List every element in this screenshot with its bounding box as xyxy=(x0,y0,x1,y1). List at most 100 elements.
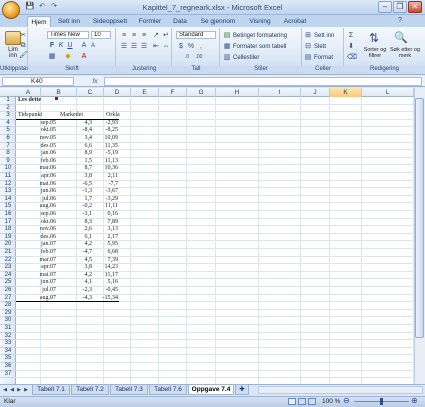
cell[interactable]: 11,17 xyxy=(94,272,118,280)
cell[interactable]: jan.07 xyxy=(18,241,56,249)
cell[interactable]: 8,7 xyxy=(58,165,93,173)
cell[interactable]: -8,25 xyxy=(94,127,119,135)
next-sheet-icon[interactable]: ▶ xyxy=(16,386,22,394)
cell[interactable]: 4,2 xyxy=(58,241,93,249)
cell[interactable]: jul.06 xyxy=(18,196,56,204)
cell[interactable]: 10,36 xyxy=(94,165,119,173)
cell[interactable]: -3,1 xyxy=(58,211,93,219)
cell[interactable]: apr.07 xyxy=(18,264,56,272)
cell[interactable]: 4,3 xyxy=(58,120,93,128)
gridline xyxy=(16,324,414,325)
zoom-out-icon[interactable]: ⊖ xyxy=(343,397,351,405)
cell[interactable]: 6,1 xyxy=(58,234,93,242)
sheet-tab-tabell-7-1[interactable]: Tabell 7.1 xyxy=(32,385,70,395)
cell[interactable]: -6,5 xyxy=(58,181,93,189)
cell[interactable]: 7,39 xyxy=(94,257,119,265)
gridline xyxy=(16,308,414,310)
cell[interactable]: feb.07 xyxy=(18,249,56,257)
first-sheet-icon[interactable]: ◀ xyxy=(2,386,8,394)
cell[interactable]: jul.07 xyxy=(18,287,56,295)
table-bottom-border xyxy=(16,301,119,303)
office-button[interactable] xyxy=(2,1,20,19)
gridline xyxy=(16,346,414,348)
cell[interactable]: -1,3 xyxy=(58,188,93,196)
cell[interactable]: -2,93 xyxy=(94,120,119,128)
cell[interactable]: 4,5 xyxy=(58,257,93,265)
cell[interactable]: 6,6 xyxy=(58,143,93,151)
cell[interactable]: 3,4 xyxy=(58,135,93,143)
cell[interactable]: -2,3 xyxy=(58,287,93,295)
cell[interactable]: jun.07 xyxy=(18,279,56,287)
grid-content: Les dette Tidspunkt Markedet Orkla sep.05 4,3… xyxy=(0,0,414,384)
zoom-in-icon[interactable]: ⊕ xyxy=(411,397,419,405)
cell[interactable]: 11,13 xyxy=(94,158,118,166)
cell[interactable]: 6,68 xyxy=(94,249,119,257)
cell[interactable]: jan.06 xyxy=(18,150,56,158)
cell[interactable]: feb.06 xyxy=(18,158,56,166)
cell[interactable]: 4,2 xyxy=(58,272,93,280)
cell[interactable]: 11,35 xyxy=(94,143,118,151)
cell[interactable]: -5,19 xyxy=(94,150,119,158)
cell[interactable]: sep.06 xyxy=(18,211,57,219)
cell[interactable]: 1,5 xyxy=(58,158,93,166)
horizontal-scrollbar[interactable] xyxy=(258,386,423,394)
insert-sheet-icon[interactable]: ✚ xyxy=(235,385,249,395)
cell[interactable]: 10,09 xyxy=(94,135,119,143)
cell[interactable]: nov.05 xyxy=(18,135,56,143)
cell[interactable]: 2,6 xyxy=(58,226,93,234)
cell[interactable]: -0,45 xyxy=(94,287,119,295)
cell[interactable]: aug.06 xyxy=(18,203,56,211)
sheet-tab-tabell-7-3[interactable]: Tabell 7.3 xyxy=(110,385,148,395)
cell[interactable]: 11,11 xyxy=(94,203,118,211)
cell[interactable]: -7,7 xyxy=(94,181,119,189)
cell[interactable]: nov.06 xyxy=(18,226,56,234)
cell[interactable]: 4,1 xyxy=(58,279,93,287)
zoom-level[interactable]: 100 % xyxy=(322,398,340,405)
cell[interactable]: 3,8 xyxy=(58,173,93,181)
gridline xyxy=(16,339,414,341)
prev-sheet-icon[interactable]: ◀ xyxy=(9,386,15,394)
cell[interactable]: 5,95 xyxy=(94,241,119,249)
cell[interactable]: 8,3 xyxy=(58,219,93,227)
cell[interactable]: 5,16 xyxy=(94,279,119,287)
last-sheet-icon[interactable]: ▶ xyxy=(23,386,29,394)
zoom-slider-thumb[interactable] xyxy=(380,398,383,405)
page-layout-icon[interactable] xyxy=(298,398,306,405)
cell[interactable]: 1,7 xyxy=(58,196,93,204)
cell[interactable]: -3,29 xyxy=(94,196,119,204)
normal-view-icon[interactable] xyxy=(288,398,296,405)
cell[interactable]: -3,67 xyxy=(94,188,119,196)
cell[interactable]: mar.06 xyxy=(18,165,57,173)
sheet-tab-tabell-7-2[interactable]: Tabell 7.2 xyxy=(71,385,109,395)
gridline xyxy=(16,331,414,333)
cell[interactable]: 2,17 xyxy=(94,234,119,242)
cell[interactable]: mai.07 xyxy=(18,272,57,280)
cell[interactable]: mai.06 xyxy=(18,181,57,189)
cell[interactable]: -0,2 xyxy=(58,203,93,211)
cell[interactable]: des.06 xyxy=(18,234,57,242)
cell[interactable]: sep.05 xyxy=(18,120,57,128)
cell[interactable]: 8,9 xyxy=(58,150,93,158)
cell[interactable]: mar.07 xyxy=(18,257,57,265)
cell[interactable]: 7,89 xyxy=(94,219,119,227)
page-break-icon[interactable] xyxy=(308,398,316,405)
cell[interactable]: Les dette xyxy=(18,97,78,105)
gridline xyxy=(16,354,414,356)
cell[interactable]: 14,23 xyxy=(94,264,119,272)
comment-indicator xyxy=(55,97,58,100)
cell[interactable]: 3,13 xyxy=(94,226,119,234)
vertical-scroll-thumb[interactable] xyxy=(415,98,424,338)
cell[interactable]: okt.05 xyxy=(18,127,56,135)
cell[interactable]: okt.06 xyxy=(18,219,56,227)
header-border xyxy=(16,118,119,120)
cell[interactable]: -4,7 xyxy=(58,249,93,257)
cell[interactable]: 0,16 xyxy=(94,211,119,219)
cell[interactable]: des.05 xyxy=(18,143,57,151)
cell[interactable]: jun.06 xyxy=(18,188,56,196)
cell[interactable]: 2,11 xyxy=(94,173,118,181)
sheet-tab-oppgave-7-4[interactable]: Oppgave 7.4 xyxy=(188,385,234,395)
cell[interactable]: apr.06 xyxy=(18,173,56,181)
cell[interactable]: -8,4 xyxy=(58,127,93,135)
cell[interactable]: 3,8 xyxy=(58,264,93,272)
sheet-tab-tabell-7-6[interactable]: Tabell 7.6 xyxy=(149,385,187,395)
